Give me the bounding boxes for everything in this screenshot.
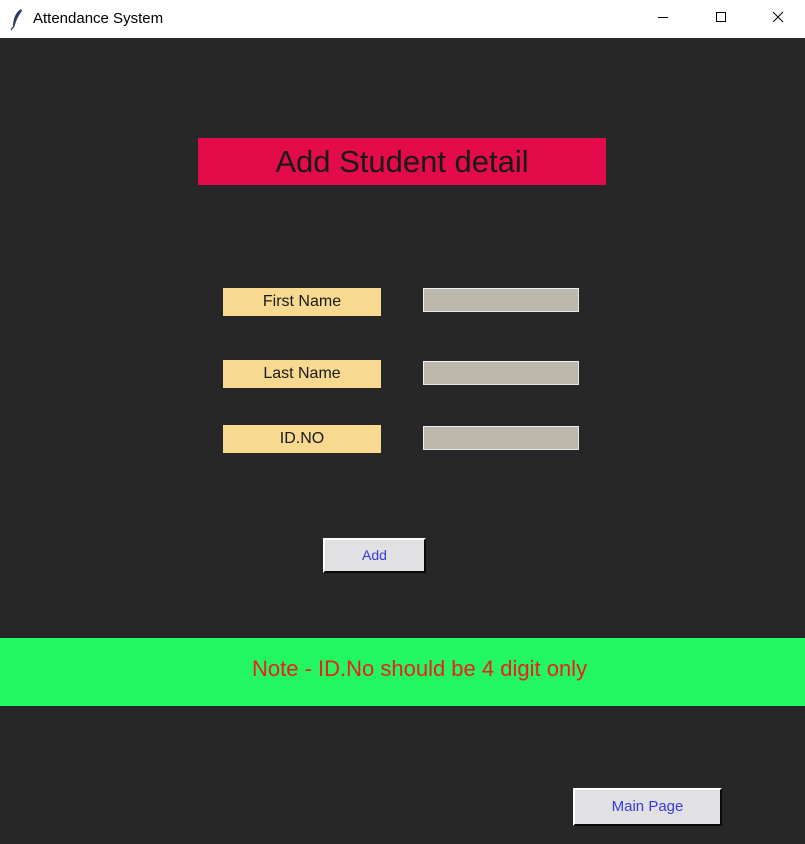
app-window: Attendance System Add Student detail Fir…: [0, 0, 805, 844]
main-page-button[interactable]: Main Page: [573, 788, 722, 826]
minimize-icon: [657, 10, 669, 28]
page-title: Add Student detail: [198, 138, 606, 185]
feather-icon: [10, 7, 24, 31]
note-banner: Note - ID.No should be 4 digit only: [0, 638, 805, 706]
title-bar: Attendance System: [0, 0, 805, 38]
maximize-button[interactable]: [692, 0, 750, 38]
maximize-icon: [715, 10, 727, 28]
note-text: Note - ID.No should be 4 digit only: [252, 656, 588, 681]
first-name-field[interactable]: [423, 288, 579, 312]
add-button[interactable]: Add: [323, 538, 426, 573]
minimize-button[interactable]: [634, 0, 692, 38]
window-title: Attendance System: [33, 10, 164, 27]
first-name-label: First Name: [223, 288, 381, 316]
close-button[interactable]: [750, 0, 805, 38]
close-icon: [772, 10, 784, 28]
last-name-field[interactable]: [423, 361, 579, 385]
id-no-field[interactable]: [423, 426, 579, 450]
last-name-label: Last Name: [223, 360, 381, 388]
id-no-label: ID.NO: [223, 425, 381, 453]
